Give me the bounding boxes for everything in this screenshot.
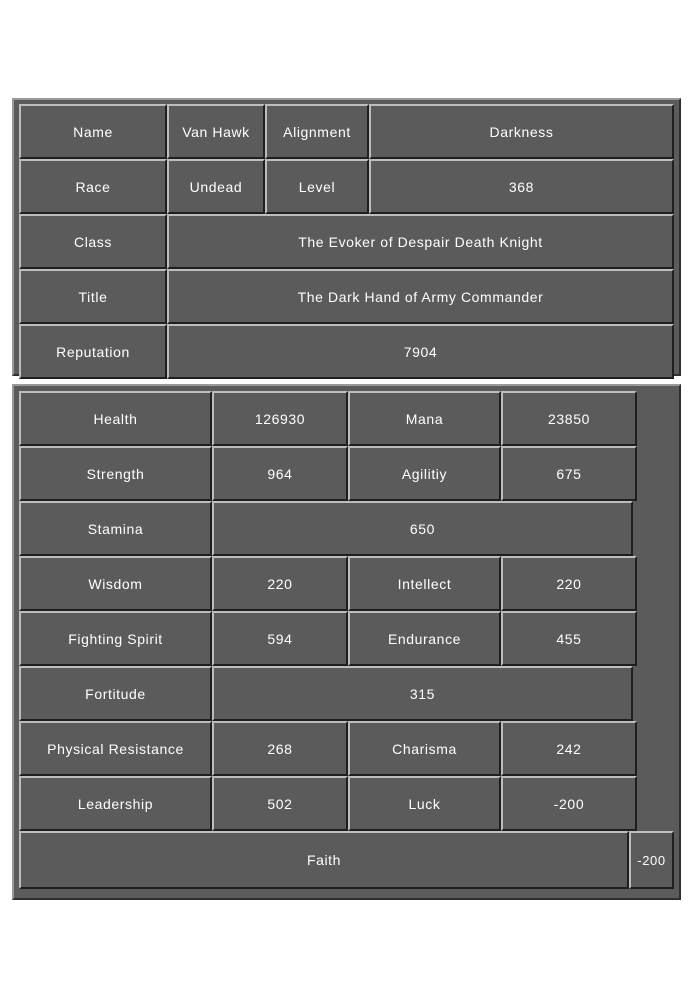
stat-value-leadership: 502 — [212, 776, 348, 831]
stat-label-fighting-spirit: Fighting Spirit — [19, 611, 212, 666]
stat-value-faith: -200 — [629, 831, 674, 889]
stat-value-mana: 23850 — [501, 391, 637, 446]
stat-label-luck: Luck — [348, 776, 501, 831]
stat-label-charisma: Charisma — [348, 721, 501, 776]
identity-panel: Name Van Hawk Alignment Darkness Race Un… — [12, 98, 681, 379]
stat-label-endurance: Endurance — [348, 611, 501, 666]
identity-value-race: Undead — [167, 159, 265, 214]
stat-value-health: 126930 — [212, 391, 348, 446]
table-row: Title The Dark Hand of Army Commander — [19, 269, 674, 324]
stats-right-margin — [637, 391, 678, 446]
stats-right-margin — [637, 776, 678, 831]
stat-label-mana: Mana — [348, 391, 501, 446]
stat-value-charisma: 242 — [501, 721, 637, 776]
table-row: Race Undead Level 368 — [19, 159, 674, 214]
stats-right-margin — [633, 666, 674, 721]
table-row: Fortitude 315 — [19, 666, 674, 721]
stat-value-endurance: 455 — [501, 611, 637, 666]
identity-value-class: The Evoker of Despair Death Knight — [167, 214, 674, 269]
identity-value-title: The Dark Hand of Army Commander — [167, 269, 674, 324]
table-row: Health 126930 Mana 23850 — [19, 391, 674, 446]
stats-right-margin — [637, 556, 678, 611]
character-sheet-screen: Name Van Hawk Alignment Darkness Race Un… — [0, 0, 693, 1000]
stat-label-faith: Faith — [19, 831, 629, 889]
stat-label-stamina: Stamina — [19, 501, 212, 556]
stat-label-strength: Strength — [19, 446, 212, 501]
stat-value-strength: 964 — [212, 446, 348, 501]
stat-value-wisdom: 220 — [212, 556, 348, 611]
identity-value-alignment: Darkness — [369, 104, 674, 159]
identity-label-name: Name — [19, 104, 167, 159]
table-row: Wisdom 220 Intellect 220 — [19, 556, 674, 611]
identity-value-reputation: 7904 — [167, 324, 674, 379]
stat-value-fortitude: 315 — [212, 666, 633, 721]
identity-label-title: Title — [19, 269, 167, 324]
identity-label-level: Level — [265, 159, 369, 214]
table-row: Faith -200 — [19, 831, 674, 889]
stat-label-agility: Agilitiy — [348, 446, 501, 501]
identity-value-name: Van Hawk — [167, 104, 265, 159]
stat-label-leadership: Leadership — [19, 776, 212, 831]
table-row: Strength 964 Agilitiy 675 — [19, 446, 674, 501]
stat-value-luck: -200 — [501, 776, 637, 831]
stats-right-margin — [637, 446, 678, 501]
table-row: Class The Evoker of Despair Death Knight — [19, 214, 674, 269]
stat-value-fighting-spirit: 594 — [212, 611, 348, 666]
identity-label-race: Race — [19, 159, 167, 214]
stats-right-margin — [637, 721, 678, 776]
stat-label-health: Health — [19, 391, 212, 446]
table-row: Fighting Spirit 594 Endurance 455 — [19, 611, 674, 666]
identity-label-class: Class — [19, 214, 167, 269]
table-row: Reputation 7904 — [19, 324, 674, 379]
stat-value-stamina: 650 — [212, 501, 633, 556]
stats-panel: Health 126930 Mana 23850 Strength 964 Ag… — [12, 384, 681, 900]
identity-label-reputation: Reputation — [19, 324, 167, 379]
stat-label-wisdom: Wisdom — [19, 556, 212, 611]
stat-label-fortitude: Fortitude — [19, 666, 212, 721]
stats-right-margin — [633, 501, 674, 556]
stat-value-intellect: 220 — [501, 556, 637, 611]
table-row: Stamina 650 — [19, 501, 674, 556]
identity-value-level: 368 — [369, 159, 674, 214]
stat-label-physical-resistance: Physical Resistance — [19, 721, 212, 776]
table-row: Name Van Hawk Alignment Darkness — [19, 104, 674, 159]
stats-right-margin — [637, 611, 678, 666]
identity-label-alignment: Alignment — [265, 104, 369, 159]
stat-value-physical-resistance: 268 — [212, 721, 348, 776]
table-row: Physical Resistance 268 Charisma 242 — [19, 721, 674, 776]
stat-value-agility: 675 — [501, 446, 637, 501]
stat-label-intellect: Intellect — [348, 556, 501, 611]
table-row: Leadership 502 Luck -200 — [19, 776, 674, 831]
